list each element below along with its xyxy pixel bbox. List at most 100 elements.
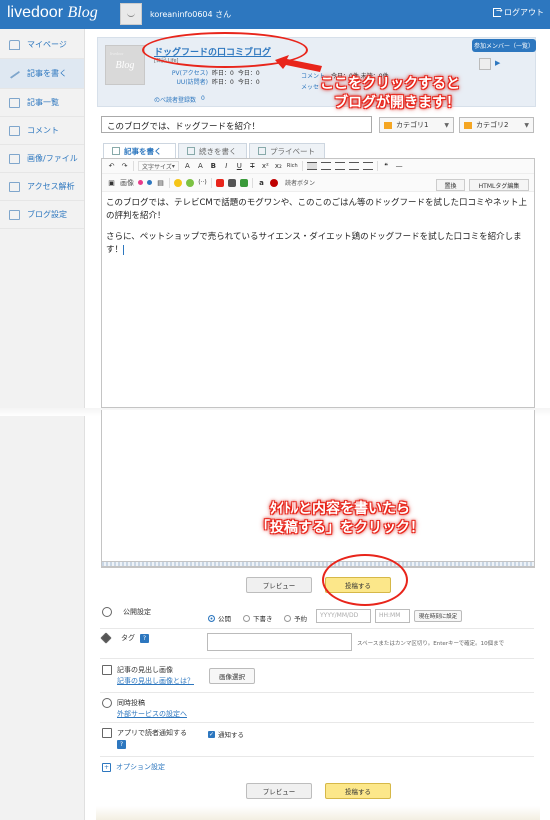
publish-label: 公開設定 [123,608,151,616]
reader-button-label[interactable]: 読者ボタン [285,178,315,187]
image-icon[interactable]: ▣ [107,178,116,188]
redo-icon[interactable]: ↷ [120,161,129,171]
help-icon[interactable]: ? [140,633,149,643]
help-icon[interactable]: ? [117,740,126,749]
message-stats[interactable]: メッセ [301,82,319,91]
preview-button-bottom[interactable]: プレビュー [246,783,312,799]
option-settings-row[interactable]: + オプション設定 [102,762,165,772]
post-button-bottom[interactable]: 投稿する [325,783,391,799]
file-icon[interactable]: ▤ [156,178,165,188]
sidebar-item-label: マイページ [27,40,67,49]
user-avatar[interactable] [120,3,142,25]
image-select-button[interactable]: 画像選択 [209,668,255,684]
logout-button[interactable]: ログアウト [493,6,544,18]
checkmark-icon: ✓ [208,730,215,738]
livedoor-blog-logo[interactable]: livedoor Blog [7,4,98,22]
category1-select[interactable]: カテゴリ1 ▼ [379,117,454,133]
date-input[interactable]: YYYY/MM/DD [316,609,371,623]
clock-icon [102,607,112,617]
sidebar-item-comment[interactable]: コメント [0,117,84,145]
flickr-blue-icon[interactable] [147,180,152,185]
tag-input[interactable] [207,633,352,651]
emoji-icon[interactable] [174,178,182,187]
notify-checkbox[interactable]: ✓ 通知する [208,729,244,739]
sidebar-item-analytics[interactable]: アクセス解析 [0,173,84,201]
uu-label[interactable]: UU(訪問者) [160,78,208,87]
editor-body[interactable]: このブログでは、テレビCMで話題のモグワンや、このこのごはん等のドッグフードを試… [106,197,530,265]
chevron-down-icon: ▼ [524,122,529,129]
heading-image-help-link[interactable]: 記事の見出し画像とは？ [117,676,194,686]
preview-button[interactable]: プレビュー [246,577,312,593]
sidebar-item-write[interactable]: 記事を書く [0,59,84,89]
font-size-select[interactable]: 文字サイズ ▾ [138,161,179,171]
image-label[interactable]: 画像 [120,178,134,188]
code-icon[interactable]: (··) [198,178,207,188]
pv-row: PV(アクセス) 昨日：0 今日：0 [160,69,260,78]
tag-label: タグ [121,634,135,642]
user-name[interactable]: koreaninfo0604 さん [150,9,231,20]
sidebar-item-mypage[interactable]: マイページ [0,31,84,59]
chevron-right-icon[interactable]: ▶ [495,59,500,67]
member-list-button[interactable]: 参加メンバー（一覧） [472,39,536,52]
html-edit-button[interactable]: HTMLタグ編集 [469,179,529,191]
member-avatar[interactable] [479,58,491,70]
sidebar-item-image-file[interactable]: 画像/ファイル [0,145,84,173]
font-size-label: 文字サイズ [142,163,172,171]
amazon-icon[interactable]: a [257,178,266,188]
option-settings-link[interactable]: オプション設定 [116,762,165,772]
flickr-icon[interactable] [138,180,143,185]
align-right-icon[interactable] [334,162,345,170]
undo-icon[interactable]: ↶ [107,161,116,171]
subscript-icon[interactable]: x₂ [274,161,283,171]
rich-icon[interactable]: Rich [287,161,298,171]
chart-icon [9,181,20,192]
app-notify-label: アプリで読者通知する [117,729,187,737]
pv-yesterday: 昨日：0 [212,70,234,77]
align-center-icon[interactable] [320,162,331,170]
external-service-link[interactable]: 外部サービスの設定へ [117,709,187,719]
tab-private[interactable]: プライベート [249,143,325,158]
editor-lower-area[interactable] [101,410,535,568]
category2-select[interactable]: カテゴリ2 ▼ [459,117,534,133]
strike-icon[interactable]: T [248,161,257,171]
sticker-icon[interactable] [186,178,194,187]
radio-dot [243,614,250,622]
sidebar-item-article-list[interactable]: 記事一覧 [0,89,84,117]
blog-thumbnail[interactable]: livedoor Blog [105,45,145,85]
sidebar-item-label: 記事一覧 [27,98,59,107]
tab-continue[interactable]: 続きを書く [178,143,247,158]
pv-label[interactable]: PV(アクセス) [160,69,208,78]
bg-color-icon[interactable]: A [196,161,205,171]
font-color-icon[interactable]: A [183,161,192,171]
time-input[interactable]: HH:MM [375,609,410,623]
heading-image-row: 記事の見出し画像 記事の見出し画像とは？ [102,665,194,686]
category1-label: カテゴリ1 [396,121,429,129]
list-bullet-icon[interactable] [348,162,359,170]
italic-icon[interactable]: I [222,161,231,171]
editor-toolbar-1: ↶ ↷ 文字サイズ ▾ A A B I U T x² x₂ Rich ❝ — [102,159,534,174]
video-icon[interactable] [228,178,236,187]
rakuten-icon[interactable] [270,178,278,187]
pv-today: 今日：0 [237,70,260,77]
underline-icon[interactable]: U [235,161,244,171]
map-icon[interactable] [240,178,248,187]
list-number-icon[interactable] [362,162,373,170]
publish-radio-draft[interactable]: 下書き [243,613,273,623]
bold-icon[interactable]: B [209,161,218,171]
publish-radio-public[interactable]: 公開 [208,613,231,623]
readers-label[interactable]: のべ読者登録数 [154,95,196,104]
hr-icon[interactable]: — [395,161,404,171]
youtube-icon[interactable] [216,178,224,187]
sidebar-item-blog-settings[interactable]: ブログ設定 [0,201,84,229]
quote-icon[interactable]: ❝ [382,161,391,171]
superscript-icon[interactable]: x² [261,161,270,171]
editor-resize-handle[interactable] [101,561,535,567]
callout-click-blog: ここをクリックすると ブログが開きます！ [320,75,530,113]
replace-button[interactable]: 置換 [436,179,465,191]
article-title-input[interactable]: このブログでは、ドッグフードを紹介！ [101,116,372,133]
article-editor: ↶ ↷ 文字サイズ ▾ A A B I U T x² x₂ Rich ❝ — ▣ … [101,158,535,408]
align-left-icon[interactable] [306,162,317,170]
publish-radio-scheduled[interactable]: 予約 [284,613,307,623]
set-now-button[interactable]: 現在時刻に設定 [414,610,462,622]
tab-write-article[interactable]: 記事を書く [103,143,176,158]
